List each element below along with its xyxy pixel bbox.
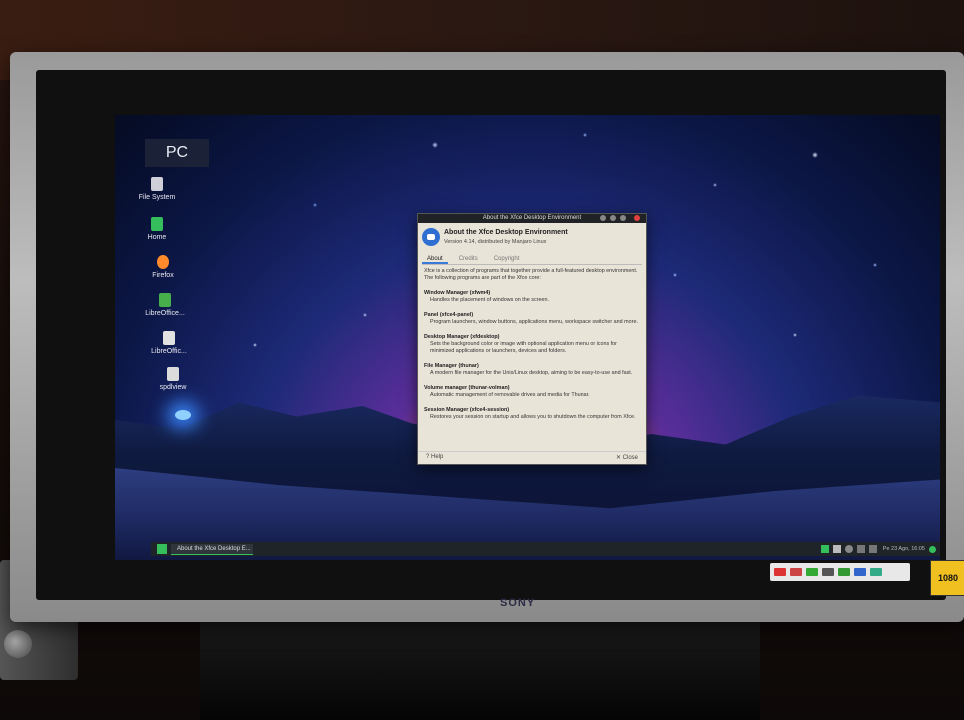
component-item: Desktop Manager (xfdesktop) Sets the bac… (424, 334, 640, 355)
drive-icon (151, 177, 163, 191)
firefox-icon (157, 255, 169, 269)
component-desc: Handles the placement of windows on the … (430, 297, 549, 303)
volume-icon[interactable] (868, 545, 877, 553)
desktop-screen: PC File System Home Firefox LibreOffice.… (115, 115, 940, 560)
workspace-2-icon[interactable] (832, 545, 841, 553)
dialog-footer: ? Help ✕ Close (418, 451, 646, 464)
xfce-logo-icon (422, 228, 440, 246)
component-item: Session Manager (xfce4-session) Restores… (424, 407, 640, 421)
desktop-icon-label: LibreOffice... (145, 310, 185, 317)
wallpaper-light (175, 410, 191, 420)
close-button[interactable]: ✕ Close (616, 454, 638, 461)
logo-mark (822, 568, 834, 576)
fullhd-badge: 1080 (930, 560, 964, 596)
component-desc: Automatic management of removable drives… (430, 392, 590, 398)
close-icon[interactable] (634, 215, 640, 221)
logo-mark (870, 568, 882, 576)
dialog-window-title: About the Xfce Desktop Environment (482, 215, 582, 221)
dialog-header: About the Xfce Desktop Environment Versi… (422, 227, 642, 251)
taskbar-task-about[interactable]: About the Xfce Desktop E... (171, 543, 253, 555)
component-item: Window Manager (xfwm4) Handles the place… (424, 290, 640, 304)
tab-about[interactable]: About (422, 254, 448, 264)
pc-label: PC (145, 139, 209, 167)
clock[interactable]: Pe 23 Ago, 16:05 (883, 546, 925, 552)
document-icon (167, 367, 179, 381)
component-item: File Manager (thunar) A modern file mana… (424, 363, 640, 377)
power-icon[interactable] (929, 545, 936, 553)
libreoffice-doc-icon (163, 331, 175, 345)
dialog-version: Version 4.14, distributed by Manjaro Lin… (444, 239, 547, 245)
workspace-1-icon[interactable] (820, 545, 829, 553)
desktop-icon-file-system[interactable]: File System (127, 177, 187, 201)
about-content: Xfce is a collection of programs that to… (424, 268, 640, 446)
network-icon[interactable] (856, 545, 865, 553)
logo-mark (774, 568, 786, 576)
tv-feature-logos (770, 563, 910, 581)
component-name: File Manager (thunar) (424, 363, 479, 369)
desktop-icon-libreoffice-doc[interactable]: LibreOffic... (139, 331, 199, 355)
help-button[interactable]: ? Help (426, 454, 443, 460)
desktop-icon-spdlview[interactable]: spdlview (143, 367, 203, 391)
maximize-icon[interactable] (620, 215, 626, 221)
taskbar: About the Xfce Desktop E... Pe 23 Ago, 1… (151, 542, 940, 556)
minimize-icon[interactable] (610, 215, 616, 221)
component-desc: Sets the background color or image with … (430, 341, 617, 354)
settings-icon[interactable] (844, 545, 853, 553)
desktop-icon-label: LibreOffic... (151, 348, 187, 355)
component-name: Volume manager (thunar-volman) (424, 385, 510, 391)
tab-copyright[interactable]: Copyright (489, 254, 525, 264)
logo-mark (854, 568, 866, 576)
component-desc: Restores your session on startup and all… (430, 414, 636, 420)
logo-mark (838, 568, 850, 576)
shade-icon[interactable] (600, 215, 606, 221)
desktop-icon-label: Firefox (152, 272, 174, 279)
component-name: Window Manager (xfwm4) (424, 290, 491, 296)
desktop-icon-label: spdlview (159, 384, 187, 391)
desktop-icon-firefox[interactable]: Firefox (133, 255, 193, 279)
menu-icon[interactable] (157, 544, 167, 554)
component-name: Desktop Manager (xfdesktop) (424, 334, 500, 340)
libreoffice-calc-icon (159, 293, 171, 307)
dialog-tabs: About Credits Copyright (422, 254, 642, 265)
logo-mark (790, 568, 802, 576)
component-item: Panel (xfce4-panel) Program launchers, w… (424, 312, 640, 326)
home-folder-icon (151, 217, 163, 231)
logo-mark (806, 568, 818, 576)
dialog-heading: About the Xfce Desktop Environment (444, 229, 568, 236)
speaker-knob (4, 630, 32, 658)
tv-stand (200, 620, 760, 720)
desktop-icon-libreoffice-calc[interactable]: LibreOffice... (135, 293, 195, 317)
about-intro: Xfce is a collection of programs that to… (424, 268, 638, 281)
component-name: Panel (xfce4-panel) (424, 312, 474, 318)
tv-brand: SONY (500, 597, 536, 609)
about-dialog: About the Xfce Desktop Environment About… (417, 213, 647, 465)
desktop-icon-home[interactable]: Home (127, 217, 187, 241)
tab-credits[interactable]: Credits (454, 254, 483, 264)
desktop-icon-label: File System (138, 194, 176, 201)
component-item: Volume manager (thunar-volman) Automatic… (424, 385, 640, 399)
dialog-titlebar[interactable]: About the Xfce Desktop Environment (418, 214, 646, 223)
component-name: Session Manager (xfce4-session) (424, 407, 510, 413)
component-desc: A modern file manager for the Unix/Linux… (430, 370, 633, 376)
component-desc: Program launchers, window buttons, appli… (430, 319, 638, 325)
desktop-icon-label: Home (147, 234, 167, 241)
